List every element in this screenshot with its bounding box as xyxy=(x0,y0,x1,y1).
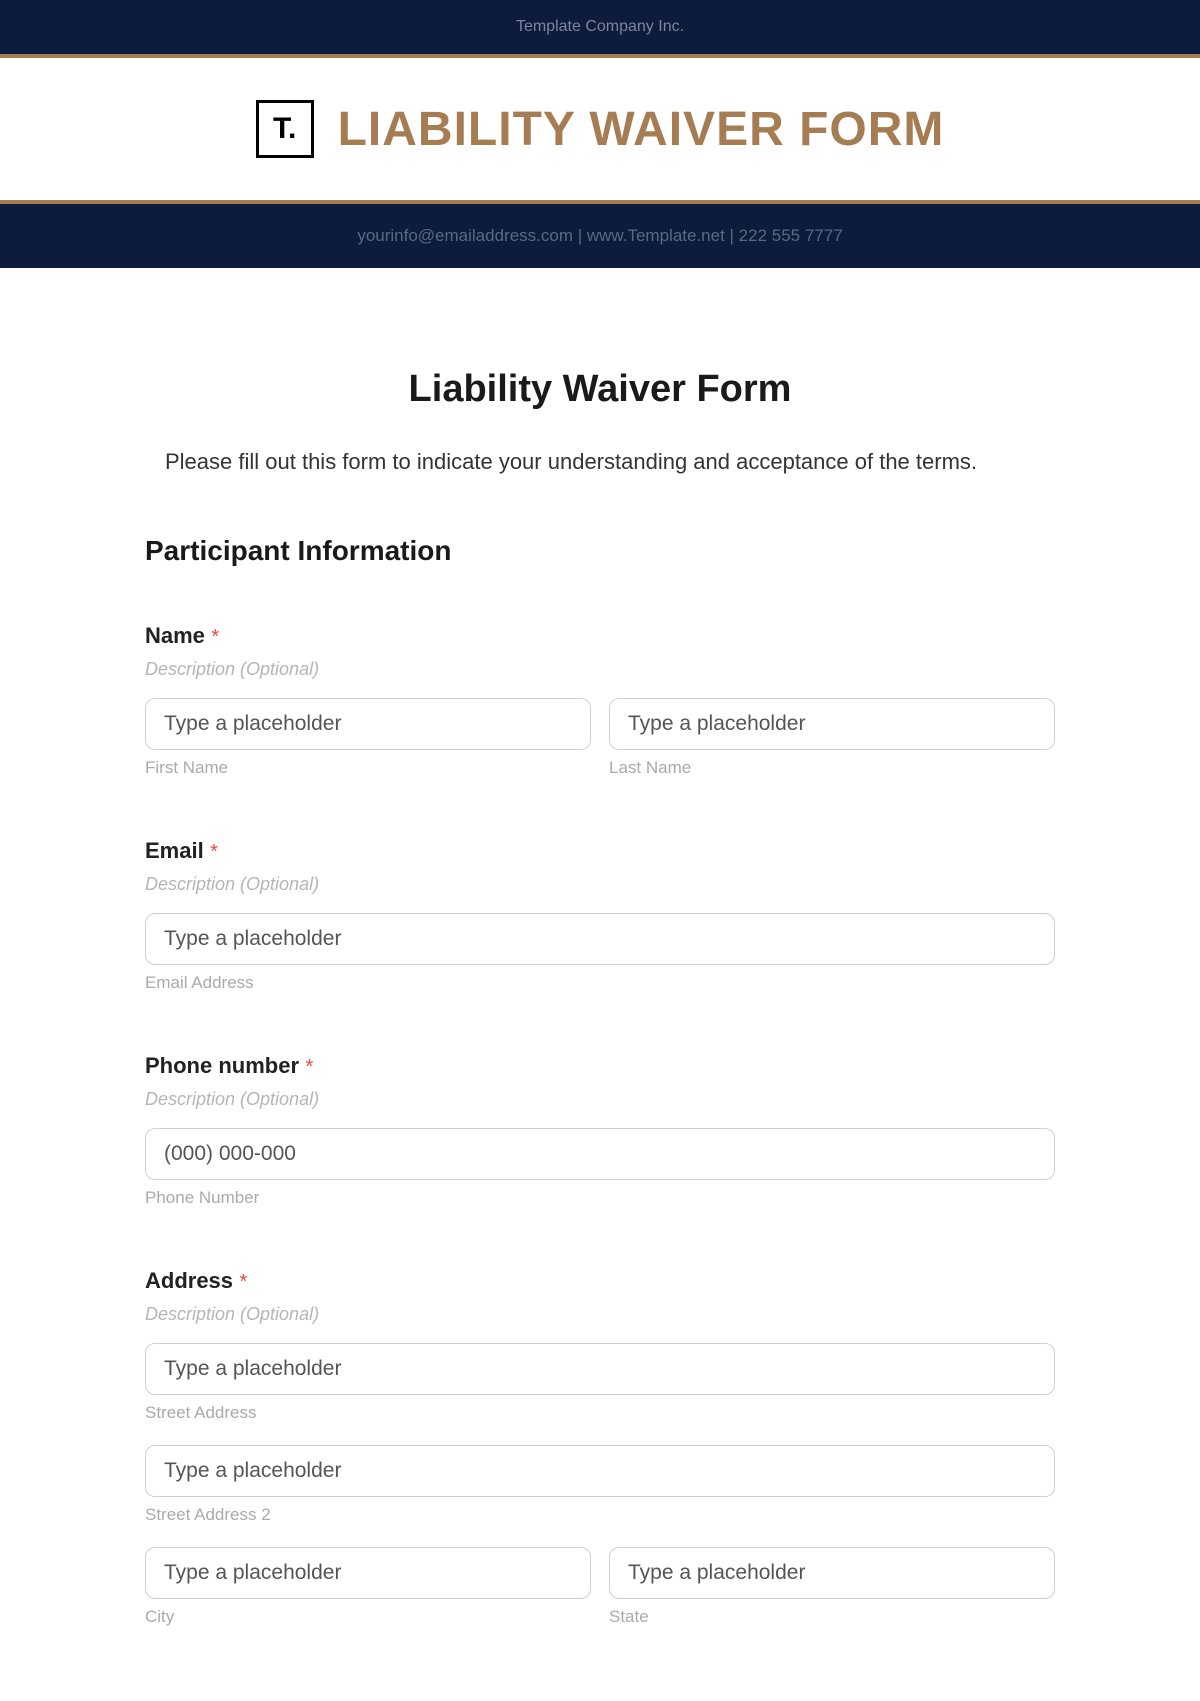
street1-sublabel: Street Address xyxy=(145,1403,1055,1423)
required-star-icon: * xyxy=(305,1056,313,1078)
state-input[interactable] xyxy=(609,1547,1055,1599)
field-group-name: Name * Description (Optional) First Name… xyxy=(145,623,1055,778)
contact-banner: yourinfo@emailaddress.com | www.Template… xyxy=(0,200,1200,268)
last-name-input[interactable] xyxy=(609,698,1055,750)
phone-sublabel: Phone Number xyxy=(145,1188,1055,1208)
city-input[interactable] xyxy=(145,1547,591,1599)
phone-input[interactable] xyxy=(145,1128,1055,1180)
section-heading-participant: Participant Information xyxy=(145,535,1055,567)
street2-sublabel: Street Address 2 xyxy=(145,1505,1055,1525)
city-sublabel: City xyxy=(145,1607,591,1627)
field-group-email: Email * Description (Optional) Email Add… xyxy=(145,838,1055,993)
logo-icon: T. xyxy=(256,100,314,158)
street1-input[interactable] xyxy=(145,1343,1055,1395)
email-sublabel: Email Address xyxy=(145,973,1055,993)
street2-input[interactable] xyxy=(145,1445,1055,1497)
first-name-sublabel: First Name xyxy=(145,758,591,778)
required-star-icon: * xyxy=(240,1271,248,1293)
required-star-icon: * xyxy=(211,626,219,648)
name-description: Description (Optional) xyxy=(145,659,1055,680)
company-name: Template Company Inc. xyxy=(516,18,684,35)
name-label: Name xyxy=(145,623,205,648)
form-title: Liability Waiver Form xyxy=(145,368,1055,411)
header-title: LIABILITY WAIVER FORM xyxy=(338,102,945,157)
form-intro: Please fill out this form to indicate yo… xyxy=(145,449,1055,475)
email-input[interactable] xyxy=(145,913,1055,965)
state-sublabel: State xyxy=(609,1607,1055,1627)
form-container: Liability Waiver Form Please fill out th… xyxy=(125,268,1075,1667)
header-title-section: T. LIABILITY WAIVER FORM xyxy=(0,58,1200,200)
first-name-input[interactable] xyxy=(145,698,591,750)
required-star-icon: * xyxy=(210,841,218,863)
phone-description: Description (Optional) xyxy=(145,1089,1055,1110)
last-name-sublabel: Last Name xyxy=(609,758,1055,778)
top-banner: Template Company Inc. xyxy=(0,0,1200,58)
phone-label: Phone number xyxy=(145,1053,299,1078)
email-label: Email xyxy=(145,838,204,863)
email-description: Description (Optional) xyxy=(145,874,1055,895)
address-description: Description (Optional) xyxy=(145,1304,1055,1325)
field-group-address: Address * Description (Optional) Street … xyxy=(145,1268,1055,1627)
contact-info: yourinfo@emailaddress.com | www.Template… xyxy=(357,226,842,245)
field-group-phone: Phone number * Description (Optional) Ph… xyxy=(145,1053,1055,1208)
address-label: Address xyxy=(145,1268,233,1293)
